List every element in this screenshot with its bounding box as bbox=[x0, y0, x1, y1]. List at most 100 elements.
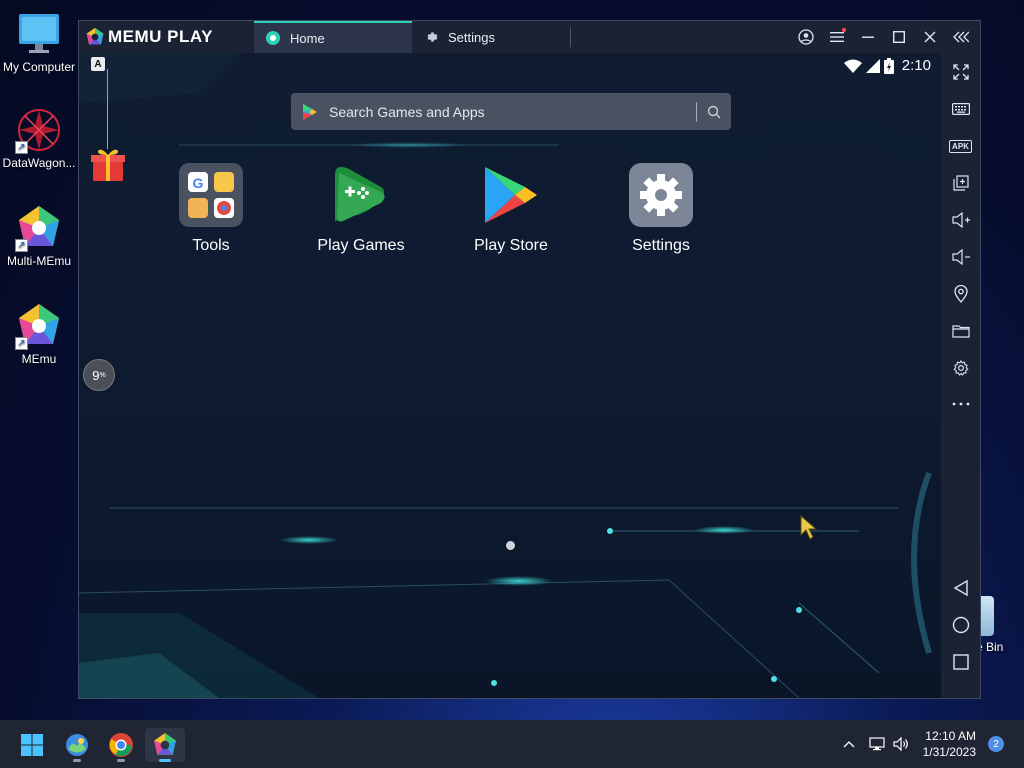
volume-up-icon bbox=[951, 212, 970, 228]
app-tools[interactable]: G Tools bbox=[151, 163, 271, 255]
volume-up-button[interactable] bbox=[941, 205, 980, 235]
chevron-up-icon[interactable] bbox=[843, 740, 855, 748]
signal-icon bbox=[865, 58, 880, 73]
cpu-usage-unit: % bbox=[99, 371, 106, 379]
app-play-games[interactable]: Play Games bbox=[301, 163, 421, 255]
search-bar[interactable]: Search Games and Apps bbox=[291, 93, 731, 130]
menu-button[interactable] bbox=[821, 21, 852, 53]
desktop-icon-datawagon[interactable]: ↗ DataWagon... bbox=[0, 106, 78, 170]
taskbar-chrome[interactable] bbox=[101, 728, 141, 762]
svg-text:G: G bbox=[193, 175, 204, 191]
chrome-icon bbox=[109, 733, 133, 757]
back-button[interactable] bbox=[941, 573, 980, 603]
monitor-icon bbox=[15, 10, 63, 58]
start-icon bbox=[21, 734, 43, 756]
photos-icon bbox=[66, 734, 88, 756]
desktop-icon-my-computer[interactable]: My Computer bbox=[0, 10, 78, 74]
app-settings[interactable]: Settings bbox=[601, 163, 721, 255]
menu-icon bbox=[829, 32, 844, 42]
recents-button[interactable] bbox=[941, 647, 980, 677]
gear-icon bbox=[952, 359, 969, 376]
speaker-icon[interactable] bbox=[893, 737, 909, 751]
desktop-icon-memu[interactable]: ↗ MEmu bbox=[0, 302, 78, 366]
desktop-icon-label: DataWagon... bbox=[2, 156, 76, 170]
home-button[interactable] bbox=[941, 610, 980, 640]
tab-settings[interactable]: Settings bbox=[412, 21, 570, 53]
location-button[interactable] bbox=[941, 279, 980, 309]
brand-name: MEMU PLAY bbox=[108, 27, 213, 46]
tab-separator bbox=[570, 27, 571, 47]
wallpaper-decoration bbox=[79, 53, 932, 698]
more-button[interactable] bbox=[941, 389, 980, 419]
home-icon bbox=[952, 616, 969, 634]
play-store-icon bbox=[479, 163, 543, 227]
search-input[interactable]: Search Games and Apps bbox=[329, 104, 696, 120]
minimize-icon bbox=[861, 36, 874, 38]
notification-badge[interactable]: 2 bbox=[988, 736, 1004, 752]
datawagon-icon: ↗ bbox=[15, 106, 63, 154]
volume-down-icon bbox=[951, 249, 970, 265]
install-apk-button[interactable]: APK bbox=[941, 131, 980, 161]
location-icon bbox=[953, 285, 968, 303]
multi-window-button[interactable] bbox=[941, 168, 980, 198]
network-icon[interactable] bbox=[869, 737, 885, 751]
close-button[interactable] bbox=[914, 21, 945, 53]
account-button[interactable] bbox=[790, 21, 821, 53]
shared-folder-button[interactable] bbox=[941, 316, 980, 346]
play-store-small-icon bbox=[303, 103, 317, 120]
notification-dot bbox=[842, 28, 846, 32]
running-indicator bbox=[117, 759, 125, 762]
right-toolbar: APK bbox=[941, 53, 980, 698]
running-indicator bbox=[159, 759, 171, 762]
desktop-icon-label: My Computer bbox=[2, 60, 76, 74]
desktop-icon-multi-memu[interactable]: ↗ Multi-MEmu bbox=[0, 204, 78, 268]
app-label: Play Games bbox=[317, 237, 405, 254]
taskbar-memu[interactable] bbox=[145, 728, 185, 762]
start-button[interactable] bbox=[12, 728, 52, 762]
battery-charging-icon bbox=[883, 57, 894, 74]
clock-time: 12:10 AM bbox=[925, 729, 976, 743]
app-label: Tools bbox=[192, 237, 230, 254]
tab-home[interactable]: Home bbox=[254, 21, 412, 53]
fullscreen-button[interactable] bbox=[941, 57, 980, 87]
memu-icon bbox=[154, 733, 176, 755]
desktop-icon-recycle-bin[interactable]: e Bin bbox=[976, 596, 1024, 654]
app-play-store[interactable]: Play Store bbox=[451, 163, 571, 255]
folder-icon bbox=[951, 325, 970, 338]
memu-window: MEMU PLAY Home Settings A 2:10 Search Ga… bbox=[78, 20, 981, 699]
tab-label: Settings bbox=[448, 29, 495, 45]
taskbar-clock[interactable]: 12:10 AM 1/31/2023 bbox=[923, 728, 976, 760]
title-bar: MEMU PLAY Home Settings bbox=[79, 21, 980, 53]
keyboard-button[interactable] bbox=[941, 94, 980, 124]
settings-icon bbox=[629, 163, 693, 227]
collapse-icon bbox=[952, 31, 969, 43]
maximize-icon bbox=[892, 31, 905, 43]
apk-icon: APK bbox=[949, 139, 972, 153]
gear-icon bbox=[427, 32, 438, 42]
cpu-usage-indicator[interactable]: 9% bbox=[83, 359, 115, 391]
close-icon bbox=[924, 31, 935, 43]
multi-memu-icon: ↗ bbox=[15, 204, 63, 252]
wifi-icon bbox=[843, 59, 862, 73]
settings-button[interactable] bbox=[941, 353, 980, 383]
running-indicator bbox=[73, 759, 81, 762]
android-screen: A 2:10 Search Games and Apps G Tools Pla… bbox=[79, 53, 941, 698]
more-icon bbox=[952, 402, 969, 406]
minimize-button[interactable] bbox=[852, 21, 883, 53]
shortcut-arrow-icon: ↗ bbox=[15, 141, 28, 154]
status-bar: 2:10 bbox=[843, 57, 931, 74]
input-method-badge: A bbox=[91, 57, 105, 71]
collapse-sidebar-button[interactable] bbox=[945, 21, 976, 53]
back-icon bbox=[953, 580, 968, 596]
gift-icon[interactable] bbox=[91, 147, 125, 183]
maximize-button[interactable] bbox=[883, 21, 914, 53]
badge-connector-line bbox=[107, 69, 108, 149]
search-icon[interactable] bbox=[707, 105, 721, 119]
volume-down-button[interactable] bbox=[941, 242, 980, 272]
system-tray: 12:10 AM 1/31/2023 2 bbox=[843, 720, 1024, 768]
mouse-cursor-icon bbox=[800, 515, 818, 540]
window-controls bbox=[790, 21, 976, 53]
clock-date: 1/31/2023 bbox=[922, 745, 976, 759]
taskbar-photos[interactable] bbox=[57, 728, 97, 762]
tab-label: Home bbox=[290, 30, 325, 46]
